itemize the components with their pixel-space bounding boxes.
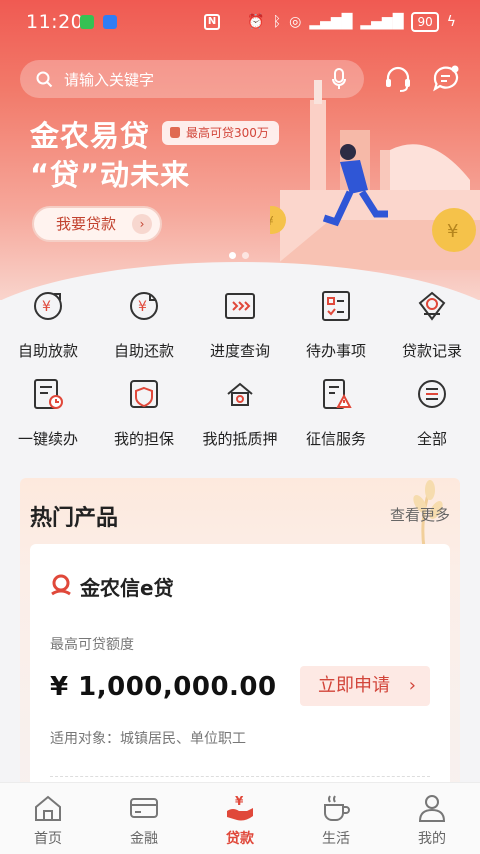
grid-label: 征信服务 — [305, 430, 366, 448]
apply-loan-button[interactable]: 我要贷款 › — [32, 206, 162, 242]
grid-item-guarantee[interactable]: 我的担保 — [96, 374, 192, 454]
grid-label: 我的抵质押 — [202, 430, 278, 448]
wechat-icon — [80, 15, 94, 29]
all-icon — [418, 380, 446, 408]
svg-text:¥: ¥ — [235, 794, 244, 808]
todo-icon — [322, 291, 350, 321]
nav-label: 金融 — [130, 831, 158, 847]
banner-illustration: ¥ ¥ — [270, 80, 480, 270]
bluetooth-icon: ᛒ — [272, 14, 282, 30]
svg-text:¥: ¥ — [270, 214, 274, 228]
product-name: 金农信e贷 — [80, 576, 174, 600]
banner-title: 金农易贷 — [30, 119, 151, 153]
carousel-dot[interactable] — [242, 252, 249, 259]
grid-label: 自助还款 — [113, 342, 174, 360]
nav-item-finance[interactable]: 金融 — [96, 783, 192, 854]
status-right: ⏰ ᛒ ◎ ▂▄▆█ ▂▄▆█ 90 ϟ — [247, 12, 456, 32]
search-icon — [36, 71, 53, 88]
credit-service-icon — [323, 379, 352, 409]
nav-label: 生活 — [322, 831, 350, 847]
grid-row: ¥ 自助放款 ¥ 自助还款 进度查询 待办事项 贷款记录 — [0, 286, 480, 366]
signal2-icon: ▂▄▆█ — [360, 14, 404, 30]
nav-label: 贷款 — [226, 831, 254, 847]
quota-label: 最高可贷额度 — [50, 637, 134, 653]
grid-item-collateral[interactable]: 我的抵质押 — [192, 374, 288, 454]
banner-subtitle: “贷”动未来 — [30, 158, 191, 192]
collateral-icon — [227, 382, 253, 406]
loan-icon: ¥ — [227, 794, 253, 821]
divider — [50, 776, 430, 777]
chevron-right-icon: › — [132, 214, 152, 234]
grid-label: 自助放款 — [17, 342, 78, 360]
home-icon — [35, 795, 61, 821]
grid-item-self-repay[interactable]: ¥ 自助还款 — [96, 286, 192, 366]
grid-item-renew[interactable]: 一键续办 — [0, 374, 96, 454]
hero-banner: 11:20 N ⏰ ᛒ ◎ ▂▄▆█ ▂▄▆█ 90 ϟ 请输入关键字 金农易贷… — [0, 0, 480, 300]
nav-item-home[interactable]: 首页 — [0, 783, 96, 854]
self-repay-icon: ¥ — [130, 292, 158, 320]
bank-logo-icon — [51, 574, 71, 596]
grid-item-credit-service[interactable]: 征信服务 — [288, 374, 384, 454]
card-icon — [130, 798, 158, 818]
quota-amount: ¥ 1,000,000.00 — [50, 672, 277, 702]
status-time: 11:20 — [26, 11, 84, 33]
nav-item-mine[interactable]: 我的 — [384, 783, 480, 854]
view-more-link[interactable]: 查看更多 — [390, 504, 450, 525]
charging-icon: ϟ — [446, 14, 456, 30]
nav-label: 我的 — [418, 831, 446, 847]
loan-record-icon — [418, 291, 446, 321]
applicable-target: 适用对象：城镇居民、单位职工 — [50, 731, 246, 747]
user-icon — [418, 795, 446, 822]
hot-products-section: 热门产品 查看更多 金农信e贷 最高可贷额度 ¥ 1,000,000.00 立即… — [20, 478, 460, 808]
apply-now-label: 立即申请 — [318, 675, 390, 696]
grid-item-self-disburse[interactable]: ¥ 自助放款 — [0, 286, 96, 366]
bottom-navigation: 首页 金融 ¥ 贷款 生活 我的 — [0, 782, 480, 854]
hot-products-title: 热门产品 — [30, 506, 119, 531]
grid-label: 待办事项 — [305, 342, 366, 360]
nav-item-loan[interactable]: ¥ 贷款 — [192, 783, 288, 854]
renew-icon — [34, 379, 63, 409]
carousel-dot[interactable] — [229, 252, 236, 259]
banner-tag: 最高可贷300万 — [162, 121, 279, 145]
status-bar: 11:20 N ⏰ ᛒ ◎ ▂▄▆█ ▂▄▆█ 90 ϟ — [0, 0, 480, 46]
grid-item-loan-record[interactable]: 贷款记录 — [384, 286, 480, 366]
alarm-icon: ⏰ — [247, 14, 265, 30]
grid-item-progress-query[interactable]: 进度查询 — [192, 286, 288, 366]
carousel-indicator — [229, 252, 249, 259]
nav-label: 首页 — [34, 831, 62, 847]
grid-row: 一键续办 我的担保 我的抵质押 征信服务 全部 — [0, 374, 480, 454]
grid-item-all[interactable]: 全部 — [384, 374, 480, 454]
signal-icon: ▂▄▆█ — [309, 14, 353, 30]
search-placeholder: 请输入关键字 — [64, 71, 155, 89]
grid-item-todo[interactable]: 待办事项 — [288, 286, 384, 366]
coffee-icon — [324, 795, 350, 821]
app-notification-icon — [103, 15, 117, 29]
grid-label: 全部 — [416, 430, 447, 448]
hotspot-icon: ◎ — [289, 14, 302, 30]
grid-label: 贷款记录 — [401, 342, 462, 360]
svg-text:¥: ¥ — [447, 221, 458, 242]
chevron-right-icon: › — [408, 675, 416, 696]
self-disburse-icon: ¥ — [34, 292, 62, 320]
guarantee-icon — [130, 380, 158, 408]
battery-indicator: 90 — [411, 12, 439, 32]
progress-query-icon — [225, 293, 255, 319]
grid-label: 进度查询 — [209, 342, 270, 360]
apply-loan-label: 我要贷款 — [56, 215, 117, 233]
grid-label: 我的担保 — [113, 430, 174, 448]
grid-label: 一键续办 — [17, 430, 78, 448]
svg-text:¥: ¥ — [138, 299, 147, 315]
product-card[interactable]: 金农信e贷 最高可贷额度 ¥ 1,000,000.00 立即申请 › 适用对象：… — [30, 544, 450, 808]
nfc-icon: N — [204, 14, 220, 30]
nav-item-life[interactable]: 生活 — [288, 783, 384, 854]
svg-text:¥: ¥ — [42, 299, 51, 315]
apply-now-button[interactable]: 立即申请 › — [300, 666, 430, 706]
